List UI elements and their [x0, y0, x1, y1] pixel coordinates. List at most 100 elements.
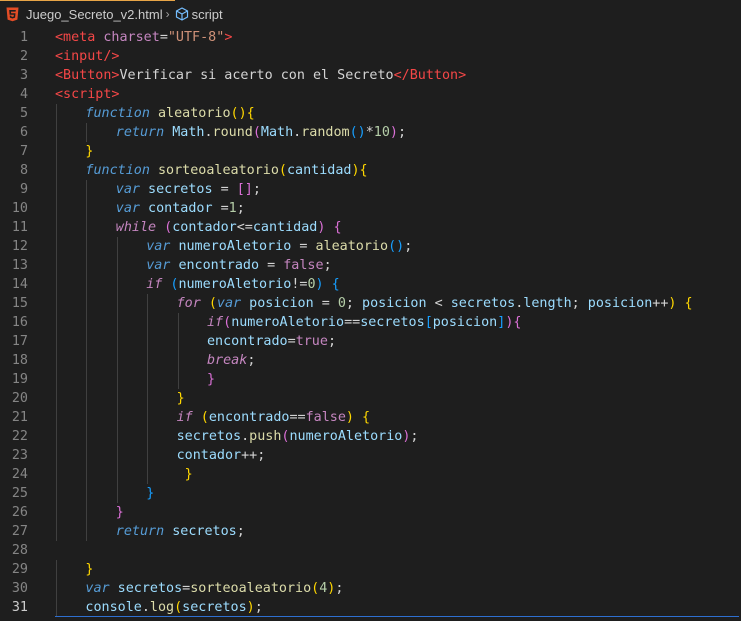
line-number: 20	[11, 391, 28, 406]
code-token: ++	[652, 296, 669, 311]
code-line[interactable]: 11 while (contador<=cantidad) {	[0, 218, 741, 237]
indent-guide	[116, 370, 118, 389]
code-token: =	[212, 201, 229, 216]
code-line[interactable]: 20}	[0, 389, 741, 408]
current-line-highlight	[55, 616, 741, 617]
code-token: ;	[410, 429, 419, 444]
code-line[interactable]: 2 <input/>	[0, 47, 741, 66]
indent-guide	[56, 161, 57, 180]
code-line[interactable]: 5 function aleatorio(){	[0, 104, 741, 123]
indent-guide	[86, 389, 88, 408]
line-number: 24	[11, 467, 28, 482]
code-token: <input/>	[55, 49, 120, 64]
code-line[interactable]: 17 encontrado=true;	[0, 332, 741, 351]
code-token: posicion	[432, 315, 498, 330]
code-line[interactable]: 6 return Math.round(Math.random()*10);	[0, 123, 741, 142]
code-text: <input/>	[55, 47, 120, 66]
indent-guide	[56, 237, 57, 256]
indent-guide	[56, 104, 57, 123]
indent-guide	[147, 332, 149, 351]
code-token: (	[278, 163, 287, 178]
code-token: =	[291, 239, 316, 254]
code-token: random	[301, 125, 350, 140]
code-token: ==	[289, 410, 306, 425]
code-line[interactable]: 14 if (numeroAletorio!=0) {	[0, 275, 741, 294]
code-line[interactable]: 1 <meta charset="UTF-8">	[0, 28, 741, 47]
line-number: 29	[11, 562, 28, 577]
indent-guide	[147, 427, 149, 446]
code-token: cantidad	[286, 163, 352, 178]
code-token: contador	[148, 201, 213, 216]
code-token: secretos	[117, 581, 183, 596]
indent-guide	[86, 351, 88, 370]
line-number: 18	[11, 353, 28, 368]
code-line[interactable]: 13 var encontrado = false;	[0, 256, 741, 275]
code-token: ()	[349, 125, 366, 140]
active-tab-indicator	[0, 0, 175, 1]
code-line[interactable]: 7}	[0, 142, 741, 161]
code-line[interactable]: 27 return secretos;	[0, 522, 741, 541]
code-token: =	[182, 581, 191, 596]
code-token: ;	[254, 600, 263, 615]
code-token: secretos	[450, 296, 516, 311]
code-line[interactable]: 23 contador++;	[0, 446, 741, 465]
code-line[interactable]: 24 }	[0, 465, 741, 484]
indent-guide	[147, 465, 149, 484]
code-token: for	[176, 296, 209, 311]
code-token: .	[141, 600, 150, 615]
code-line[interactable]: 18 break;	[0, 351, 741, 370]
code-text: }	[85, 142, 93, 161]
code-line[interactable]: 3 <Button>Verificar si acerto con el Secr…	[0, 66, 741, 85]
code-text: <meta charset="UTF-8">	[55, 28, 232, 47]
code-token: numeroAletorio	[178, 277, 292, 292]
indent-guide	[86, 180, 88, 199]
code-line[interactable]: 28	[0, 541, 741, 560]
code-token: >	[224, 30, 233, 45]
indent-guide	[86, 199, 88, 218]
code-token: (	[311, 581, 320, 596]
line-number: 26	[11, 505, 28, 520]
code-line[interactable]: 29}	[0, 560, 741, 579]
code-line[interactable]: 30 var secretos=sorteoaleatorio(4);	[0, 579, 741, 598]
code-line[interactable]: 19}	[0, 370, 741, 389]
indent-guide	[147, 294, 149, 313]
code-line[interactable]: 10 var contador =1;	[0, 199, 741, 218]
indent-guide	[116, 275, 118, 294]
code-line[interactable]: 16 if(numeroAletorio==secretos[posicion])…	[0, 313, 741, 332]
code-line[interactable]: 4 <script>	[0, 85, 741, 104]
code-line[interactable]: 9 var secretos = [];	[0, 180, 741, 199]
code-line[interactable]: 12 var numeroAletorio = aleatorio();	[0, 237, 741, 256]
code-token: =	[313, 296, 338, 311]
line-number: 4	[19, 87, 28, 102]
code-token: )	[389, 125, 398, 140]
code-editor[interactable]: 1 <meta charset="UTF-8"> 2 <input/> 3 <Button…	[0, 28, 741, 621]
code-line[interactable]: 21 if (encontrado==false) {	[0, 408, 741, 427]
indent-guide	[56, 370, 57, 389]
code-line[interactable]: 31 console.log(secretos);	[0, 598, 741, 617]
code-text: while (contador<=cantidad) {	[116, 218, 342, 237]
code-token: false	[283, 258, 324, 273]
code-line[interactable]: 26}	[0, 503, 741, 522]
code-token: encontrado	[178, 258, 260, 273]
code-token: ;	[236, 201, 245, 216]
code-text: if(numeroAletorio==secretos[posicion]){	[207, 313, 521, 332]
code-line[interactable]: 25}	[0, 484, 741, 503]
breadcrumb-file-name[interactable]: Juego_Secreto_v2.html	[26, 7, 163, 22]
code-line[interactable]: 22 secretos.push(numeroAletorio);	[0, 427, 741, 446]
code-token: return	[115, 524, 173, 539]
code-token: 0	[307, 277, 316, 292]
code-line[interactable]: 8 function sorteoaleatorio(cantidad){	[0, 161, 741, 180]
html5-icon	[4, 6, 20, 22]
indent-guide	[86, 427, 88, 446]
code-token: {	[684, 296, 693, 311]
code-token: function	[85, 163, 158, 178]
indent-guide	[177, 370, 179, 389]
code-line[interactable]: 15 for (var posicion = 0; posicion < secr…	[0, 294, 741, 313]
breadcrumb-symbol[interactable]: script	[192, 7, 223, 22]
indent-guide	[86, 446, 88, 465]
code-text: <script>	[55, 85, 120, 104]
code-text: for (var posicion = 0; posicion < secret…	[177, 294, 693, 313]
